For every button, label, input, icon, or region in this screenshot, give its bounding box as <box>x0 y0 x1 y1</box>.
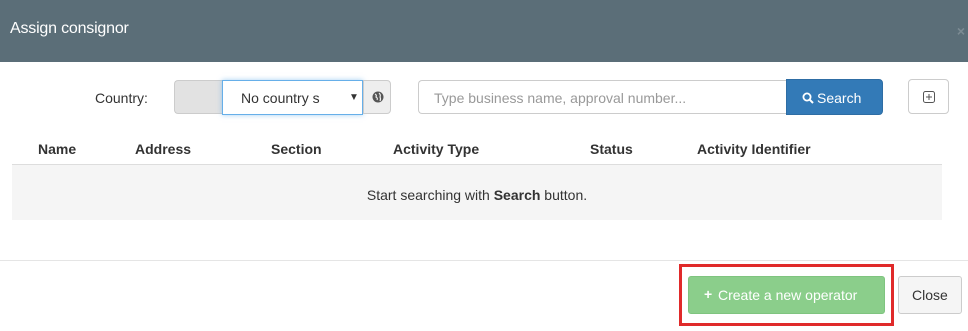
chevron-down-icon: ▼ <box>349 92 359 103</box>
empty-message-prefix: Start searching with <box>366 187 494 203</box>
globe-button[interactable] <box>363 80 391 114</box>
country-select-value: No country s <box>241 90 320 106</box>
country-flag-addon <box>174 80 222 114</box>
plus-icon: + <box>704 286 713 302</box>
column-header-status: Status <box>590 141 633 157</box>
close-button[interactable]: Close <box>898 276 962 314</box>
dialog-header: Assign consignor × <box>0 0 968 62</box>
column-header-name: Name <box>38 141 77 157</box>
column-header-activity-type: Activity Type <box>393 141 480 157</box>
table-empty-row: Start searching with Search button. <box>12 165 942 220</box>
search-button[interactable]: Search <box>786 79 883 115</box>
column-header-address: Address <box>135 141 192 157</box>
close-button-label: Close <box>912 287 948 303</box>
country-select[interactable]: No country s ▼ <box>222 80 363 115</box>
empty-message-bold: Search <box>493 187 541 203</box>
expand-filters-button[interactable] <box>908 79 949 114</box>
search-placeholder: Type business name, approval number... <box>434 90 687 106</box>
country-label: Country: <box>95 90 148 106</box>
empty-table-message: Start searching with Search button. <box>12 187 942 203</box>
search-button-label: Search <box>817 90 862 106</box>
business-search-input[interactable]: Type business name, approval number... <box>418 80 788 114</box>
plus-square-icon <box>923 91 935 103</box>
create-operator-label: Create a new operator <box>718 287 858 303</box>
column-header-section: Section <box>271 141 322 157</box>
globe-icon <box>372 91 384 103</box>
empty-message-suffix: button. <box>540 187 588 203</box>
close-icon[interactable]: × <box>957 24 965 38</box>
footer-divider <box>0 260 968 261</box>
column-header-activity-identifier: Activity Identifier <box>697 141 811 157</box>
assign-consignor-dialog: Assign consignor × Country: No country s… <box>0 0 968 331</box>
dialog-title: Assign consignor <box>10 20 129 37</box>
create-operator-button[interactable]: + Create a new operator <box>688 276 885 314</box>
search-icon <box>802 92 814 104</box>
